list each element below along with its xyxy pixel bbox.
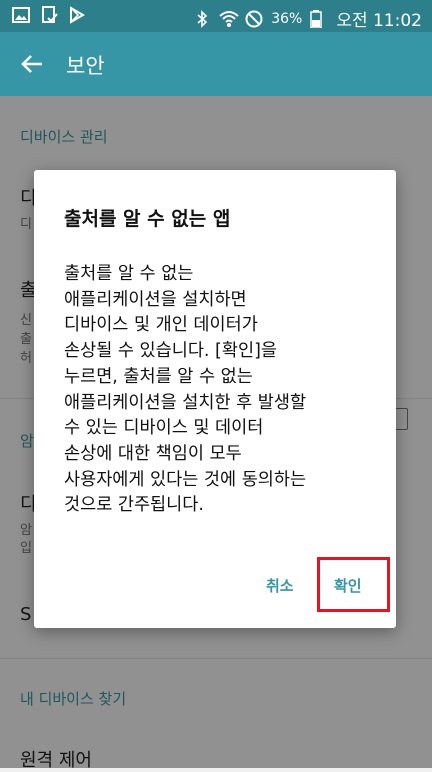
bluetooth-icon (193, 9, 211, 28)
dialog-message-line: 애플리케이션을 설치한 후 발생할 (64, 392, 307, 413)
dialog-message-line: 애플리케이션을 설치하면 (64, 289, 247, 310)
no-sound-icon (245, 10, 263, 28)
dialog-message-line: 사용자에게 있다는 것에 동의하는 (64, 469, 307, 490)
dialog-message-line: 손상될 수 있습니다. [확인]을 (64, 341, 278, 362)
dialog-message-line: 디바이스 및 개인 데이터가 (64, 315, 258, 336)
page-title: 보안 (66, 54, 105, 78)
dialog-message-line: 출처를 알 수 없는 (64, 264, 194, 284)
dialog-message-line: 수 있는 디바이스 및 데이터 (64, 418, 264, 439)
status-bar: 36% 오전 11:02 (0, 0, 432, 32)
dialog-title: 출처를 알 수 없는 앱 (64, 208, 231, 230)
app-bar: 보안 (0, 32, 432, 96)
battery-percent: 36% (271, 10, 303, 27)
document-icon (40, 6, 58, 24)
back-arrow-icon[interactable] (14, 46, 50, 82)
dialog-message: 출처를 알 수 없는 애플리케이션을 설치하면 디바이스 및 개인 데이터가 손… (64, 262, 384, 519)
notification-icons (12, 6, 86, 24)
dialog-message-line: 손상에 대한 책임이 모두 (64, 443, 242, 464)
battery-icon (310, 9, 328, 29)
gallery-icon (12, 6, 30, 24)
cancel-button[interactable]: 취소 (266, 575, 294, 596)
ok-button-highlight (317, 557, 390, 612)
wifi-icon (219, 10, 239, 28)
system-icons: 36% 오전 11:02 (193, 6, 422, 31)
status-time: 오전 11:02 (336, 11, 422, 31)
dialog-message-line: 것으로 간주됩니다. (64, 495, 204, 516)
dialog-message-line: 누르면, 출처를 알 수 없는 (64, 366, 253, 387)
playstore-icon (68, 6, 86, 24)
